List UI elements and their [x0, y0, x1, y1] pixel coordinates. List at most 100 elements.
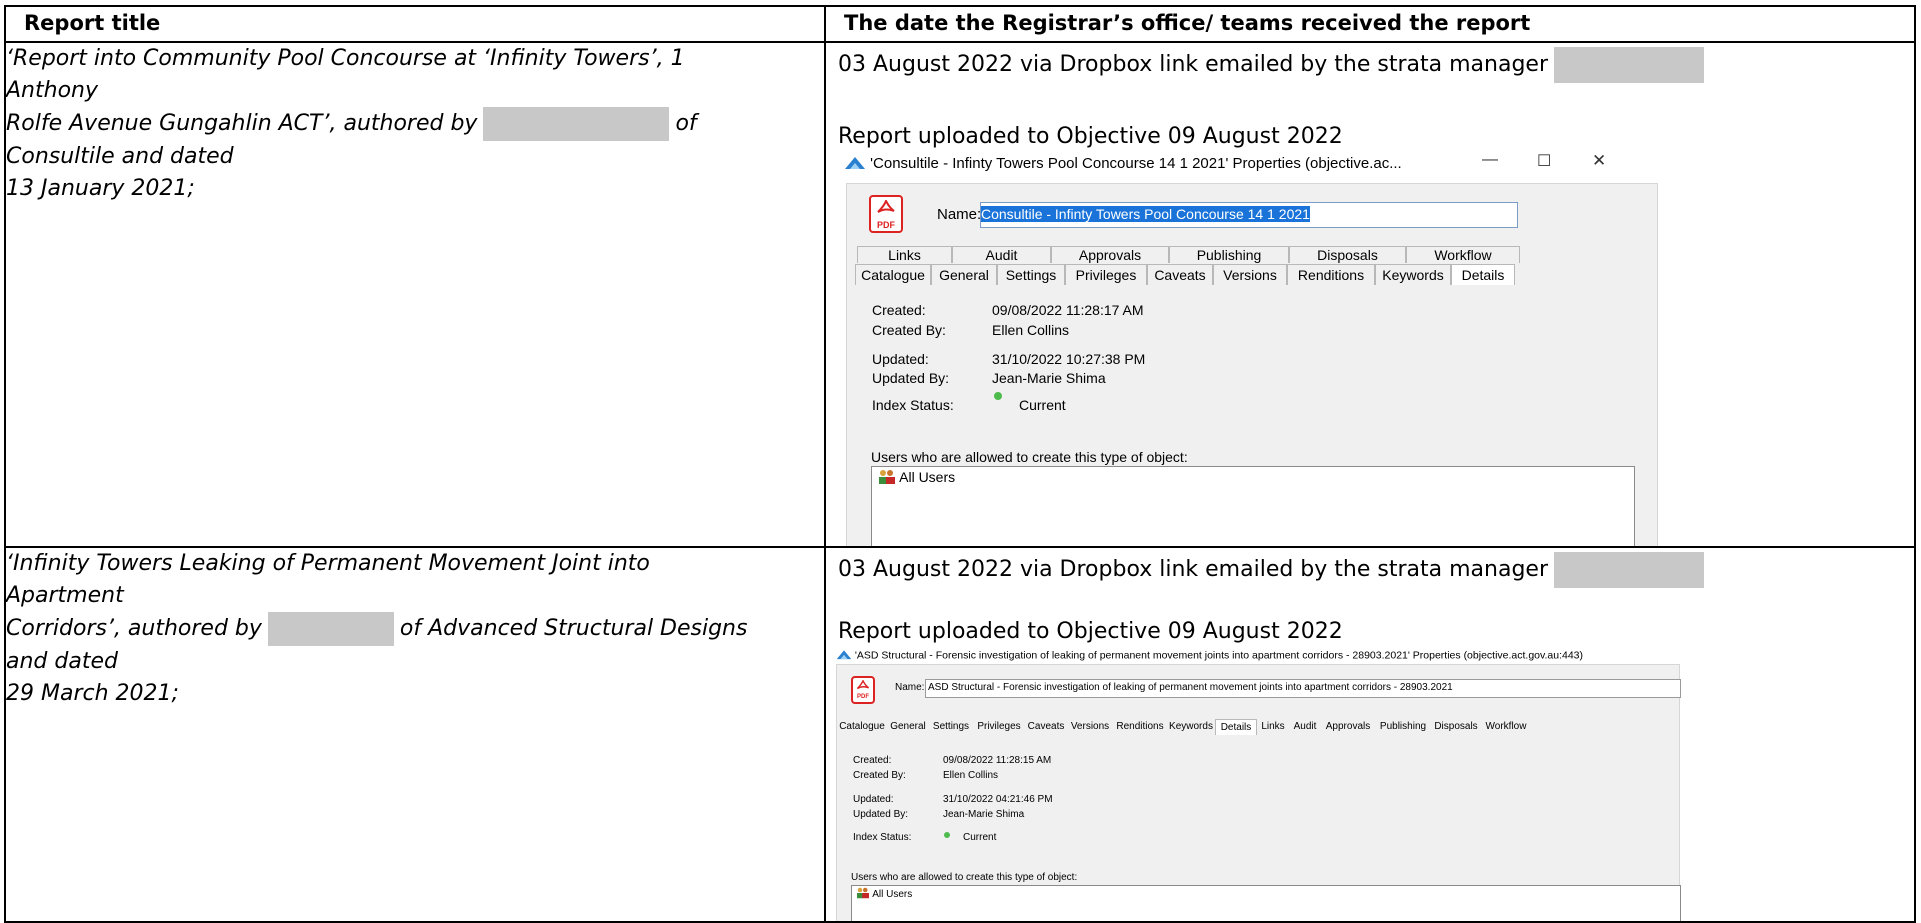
tab-keywords[interactable]: Keywords: [1375, 264, 1451, 285]
list-item[interactable]: All Users: [878, 469, 955, 488]
updated-by-label: Updated By:: [872, 370, 950, 386]
tab-catalogue[interactable]: Catalogue: [837, 719, 887, 735]
updated-label: Updated:: [853, 794, 894, 805]
tab-caveats[interactable]: Caveats: [1147, 264, 1213, 285]
updated-value: 31/10/2022 10:27:38 PM: [992, 351, 1146, 367]
tab-audit[interactable]: Audit: [952, 246, 1051, 263]
properties-window: 'Consultile - Infinty Towers Pool Concou…: [834, 151, 1658, 545]
tab-privileges[interactable]: Privileges: [1065, 264, 1147, 285]
tab-row-bottom: Catalogue General Settings Privileges Ca…: [855, 264, 1515, 285]
created-by-value: Ellen Collins: [943, 770, 999, 781]
index-status-label: Index Status:: [872, 397, 954, 413]
tab-links[interactable]: Links: [857, 246, 952, 263]
title-line: ‘Infinity Towers Leaking of Permanent Mo…: [6, 551, 650, 576]
users-value: All Users: [872, 889, 913, 901]
tab-approvals[interactable]: Approvals: [1051, 246, 1169, 263]
date-received-cell: 03 August 2022 via Dropbox link emailed …: [824, 546, 1916, 923]
tab-versions[interactable]: Versions: [1213, 264, 1287, 285]
tab-audit[interactable]: Audit: [1289, 719, 1321, 735]
window-titlebar: 'Consultile - Infinty Towers Pool Concou…: [844, 154, 1402, 174]
name-value: Consultile - Infinty Towers Pool Concour…: [981, 206, 1310, 222]
tab-publishing[interactable]: Publishing: [1375, 719, 1431, 735]
uploaded-line: Report uploaded to Objective 09 August 2…: [838, 619, 1343, 644]
users-group-icon: [878, 469, 896, 488]
tab-general[interactable]: General: [931, 264, 997, 285]
updated-by-value: Jean-Marie Shima: [943, 809, 1025, 820]
received-line: 03 August 2022 via Dropbox link emailed …: [838, 552, 1710, 588]
name-label: Name:: [937, 206, 982, 223]
created-value: 09/08/2022 11:28:15 AM: [943, 755, 1052, 766]
updated-by-label: Updated By:: [853, 809, 909, 820]
tab-links[interactable]: Links: [1257, 719, 1289, 735]
tab-workflow[interactable]: Workflow: [1481, 719, 1531, 735]
tab-workflow[interactable]: Workflow: [1406, 246, 1520, 263]
reports-table: Report title The date the Registrar’s of…: [4, 5, 1916, 923]
tab-renditions[interactable]: Renditions: [1287, 264, 1375, 285]
pdf-file-icon: PDF: [869, 195, 903, 233]
report-title-cell: ‘Infinity Towers Leaking of Permanent Mo…: [4, 546, 826, 923]
table-row: ‘Infinity Towers Leaking of Permanent Mo…: [4, 546, 1916, 923]
tab-privileges[interactable]: Privileges: [973, 719, 1025, 735]
date-received-cell: 03 August 2022 via Dropbox link emailed …: [824, 41, 1916, 548]
users-list[interactable]: All Users: [851, 885, 1681, 920]
created-by-label: Created By:: [853, 770, 906, 781]
users-list[interactable]: All Users: [871, 466, 1635, 545]
objective-app-icon: [844, 154, 866, 174]
created-by-label: Created By:: [872, 322, 946, 338]
tab-settings[interactable]: Settings: [997, 264, 1065, 285]
created-value: 09/08/2022 11:28:17 AM: [992, 302, 1144, 318]
title-line: Rolfe Avenue Gungahlin ACT’, authored by…: [7, 107, 823, 141]
tab-approvals[interactable]: Approvals: [1321, 719, 1375, 735]
tab-versions[interactable]: Versions: [1067, 719, 1113, 735]
uploaded-line: Report uploaded to Objective 09 August 2…: [838, 124, 1343, 149]
updated-label: Updated:: [872, 351, 929, 367]
updated-by-value: Jean-Marie Shima: [992, 370, 1106, 386]
header-date-received: The date the Registrar’s office/ teams r…: [824, 5, 1916, 43]
users-label: Users who are allowed to create this typ…: [851, 872, 1078, 883]
tab-disposals[interactable]: Disposals: [1431, 719, 1481, 735]
name-label: Name:: [895, 682, 925, 693]
tab-general[interactable]: General: [887, 719, 929, 735]
users-label: Users who are allowed to create this typ…: [871, 449, 1188, 465]
redaction-block: [267, 612, 394, 646]
title-line: and dated: [6, 649, 118, 674]
index-status-label: Index Status:: [853, 832, 912, 843]
tab-details[interactable]: Details: [1451, 264, 1515, 285]
received-line: 03 August 2022 via Dropbox link emailed …: [838, 47, 1710, 83]
properties-panel: PDF Name: ASD Structural - Forensic inve…: [836, 664, 1681, 920]
created-label: Created:: [853, 755, 892, 766]
tab-keywords[interactable]: Keywords: [1167, 719, 1215, 735]
maximize-button[interactable]: ☐: [1537, 151, 1551, 171]
tab-catalogue[interactable]: Catalogue: [855, 264, 931, 285]
tab-disposals[interactable]: Disposals: [1289, 246, 1406, 263]
close-button[interactable]: ✕: [1592, 151, 1606, 171]
status-dot-icon: [944, 832, 950, 838]
name-input[interactable]: Consultile - Infinty Towers Pool Concour…: [980, 202, 1518, 228]
tab-details[interactable]: Details: [1215, 719, 1257, 735]
users-value: All Users: [899, 469, 956, 486]
tab-renditions[interactable]: Renditions: [1113, 719, 1167, 735]
redaction-block: [1553, 552, 1704, 588]
tab-publishing[interactable]: Publishing: [1169, 246, 1289, 263]
users-group-icon: [856, 887, 870, 902]
minimize-button[interactable]: —: [1482, 151, 1498, 169]
name-input[interactable]: ASD Structural - Forensic investigation …: [925, 679, 1681, 698]
redaction-block: [1553, 47, 1704, 83]
title-line: Apartment: [6, 583, 124, 608]
properties-window: 'ASD Structural - Forensic investigation…: [836, 648, 1681, 920]
title-line: 29 March 2021;: [6, 681, 179, 706]
tab-caveats[interactable]: Caveats: [1025, 719, 1067, 735]
updated-value: 31/10/2022 04:21:46 PM: [943, 794, 1053, 805]
title-line: Corridors’, authored by of Advanced Struc…: [7, 612, 823, 646]
report-title-cell: ‘Report into Community Pool Concourse at…: [4, 41, 826, 548]
index-status-value: Current: [963, 832, 997, 843]
window-titlebar: 'ASD Structural - Forensic investigation…: [836, 648, 1583, 663]
list-item[interactable]: All Users: [856, 887, 912, 902]
title-line: Anthony: [6, 78, 98, 103]
title-line: Consultile and dated: [6, 144, 234, 169]
window-title: 'ASD Structural - Forensic investigation…: [854, 649, 1584, 662]
title-line: 13 January 2021;: [6, 176, 195, 201]
table-row: ‘Report into Community Pool Concourse at…: [4, 41, 1916, 548]
tab-settings[interactable]: Settings: [929, 719, 973, 735]
header-row: Report title The date the Registrar’s of…: [4, 5, 1916, 43]
